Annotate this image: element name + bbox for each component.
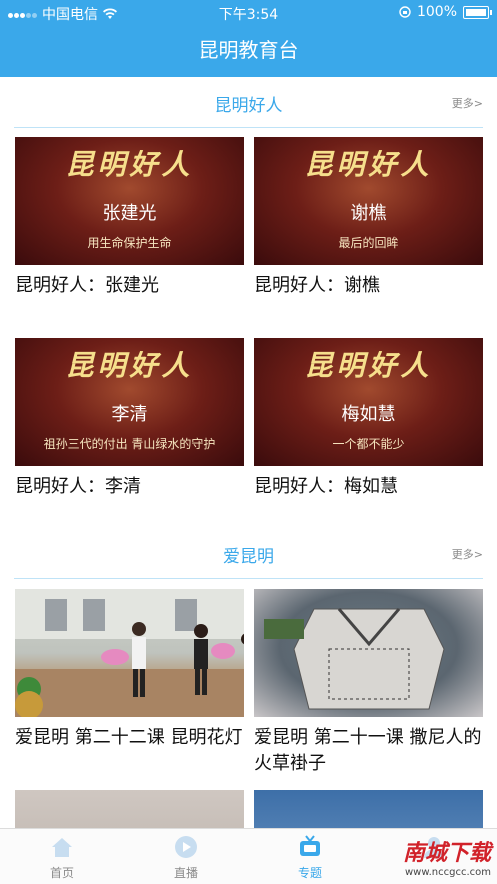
video-card[interactable] [15, 790, 244, 828]
thumbnail-brand: 昆明好人 [304, 148, 433, 181]
thumbnail-name: 张建光 [102, 203, 157, 224]
video-card[interactable] [254, 790, 483, 828]
video-thumbnail[interactable]: 昆明好人 李清 祖孙三代的付出 青山绿水的守护 [15, 338, 244, 466]
thumbnail-subtitle: 祖孙三代的付出 青山绿水的守护 [43, 437, 216, 451]
video-card[interactable]: 爱昆明 第二十一课 撒尼人的火草褂子 [254, 589, 483, 779]
video-caption[interactable]: 昆明好人：梅如慧 [254, 474, 483, 500]
watermark-url: www.nccgcc.com [404, 867, 491, 878]
tab-label: 首页 [49, 866, 74, 880]
more-link[interactable]: 更多> [452, 95, 483, 111]
tab-label: 直播 [173, 866, 198, 880]
garment-image [264, 608, 445, 710]
tv-icon [300, 835, 320, 856]
video-thumbnail[interactable]: 昆明好人 谢樵 最后的回眸 [254, 137, 483, 265]
live-icon [175, 836, 197, 858]
video-card[interactable]: 昆明好人 李清 祖孙三代的付出 青山绿水的守护 昆明好人：李清 [15, 338, 244, 508]
thumbnail-name: 李清 [111, 404, 148, 425]
watermark: 南城下载 www.nccgcc.com [403, 835, 491, 878]
thumbnail-subtitle: 用生命保护生命 [87, 236, 172, 250]
video-caption[interactable]: 昆明好人：李清 [15, 474, 244, 500]
video-thumbnail[interactable] [15, 589, 244, 717]
video-card[interactable]: 昆明好人 谢樵 最后的回眸 昆明好人：谢樵 [254, 137, 483, 307]
section-header-love-kunming: 爱昆明 更多> [14, 528, 483, 579]
thumbnail-subtitle: 一个都不能少 [332, 437, 405, 451]
thumbnail-name: 谢樵 [350, 203, 387, 224]
thumbnail-brand: 昆明好人 [304, 349, 433, 382]
video-card[interactable]: 爱昆明 第二十二课 昆明花灯 [15, 589, 244, 779]
section-title: 爱昆明 [223, 547, 274, 567]
dance-scene-image [15, 589, 244, 717]
thumbnail-subtitle: 最后的回眸 [338, 236, 399, 250]
video-card[interactable]: 昆明好人 张建光 用生命保护生命 昆明好人：张建光 [15, 137, 244, 307]
thumbnail-brand: 昆明好人 [65, 148, 194, 181]
video-caption[interactable]: 爱昆明 第二十一课 撒尼人的火草褂子 [254, 725, 483, 777]
home-icon [52, 838, 72, 857]
page-title: 昆明教育台 [198, 38, 299, 62]
tab-label: 专题 [297, 866, 322, 880]
more-link[interactable]: 更多> [452, 546, 483, 562]
status-bar: 中国电信 下午3:54 100% [0, 0, 497, 24]
thumbnail-brand: 昆明好人 [65, 349, 194, 382]
video-caption[interactable]: 昆明好人：张建光 [15, 273, 244, 299]
video-thumbnail[interactable]: 昆明好人 张建光 用生命保护生命 [15, 137, 244, 265]
thumbnail-name: 梅如慧 [341, 404, 396, 425]
section-title: 昆明好人 [214, 96, 283, 116]
section-header-good-people: 昆明好人 更多> [14, 77, 483, 128]
rotation-lock-icon [399, 6, 411, 18]
video-caption[interactable]: 爱昆明 第二十二课 昆明花灯 [15, 725, 244, 751]
video-caption[interactable]: 昆明好人：谢樵 [254, 273, 483, 299]
tab-live[interactable]: 直播 [124, 829, 248, 884]
video-thumbnail[interactable] [254, 790, 483, 828]
tab-bar: 首页 直播 专题 南城下载 www.nccgcc.com [0, 828, 497, 884]
battery-icon [463, 5, 492, 19]
tab-topics[interactable]: 专题 [248, 829, 372, 884]
battery-percent: 100% [416, 4, 457, 20]
video-thumbnail[interactable]: 昆明好人 梅如慧 一个都不能少 [254, 338, 483, 466]
watermark-brand: 南城下载 [402, 841, 491, 866]
top-bar: 中国电信 下午3:54 100% 昆明教育台 [0, 0, 497, 77]
tab-home[interactable]: 首页 [0, 829, 124, 884]
video-thumbnail[interactable] [15, 790, 244, 828]
video-card[interactable]: 昆明好人 梅如慧 一个都不能少 昆明好人：梅如慧 [254, 338, 483, 508]
video-thumbnail[interactable] [254, 589, 483, 717]
